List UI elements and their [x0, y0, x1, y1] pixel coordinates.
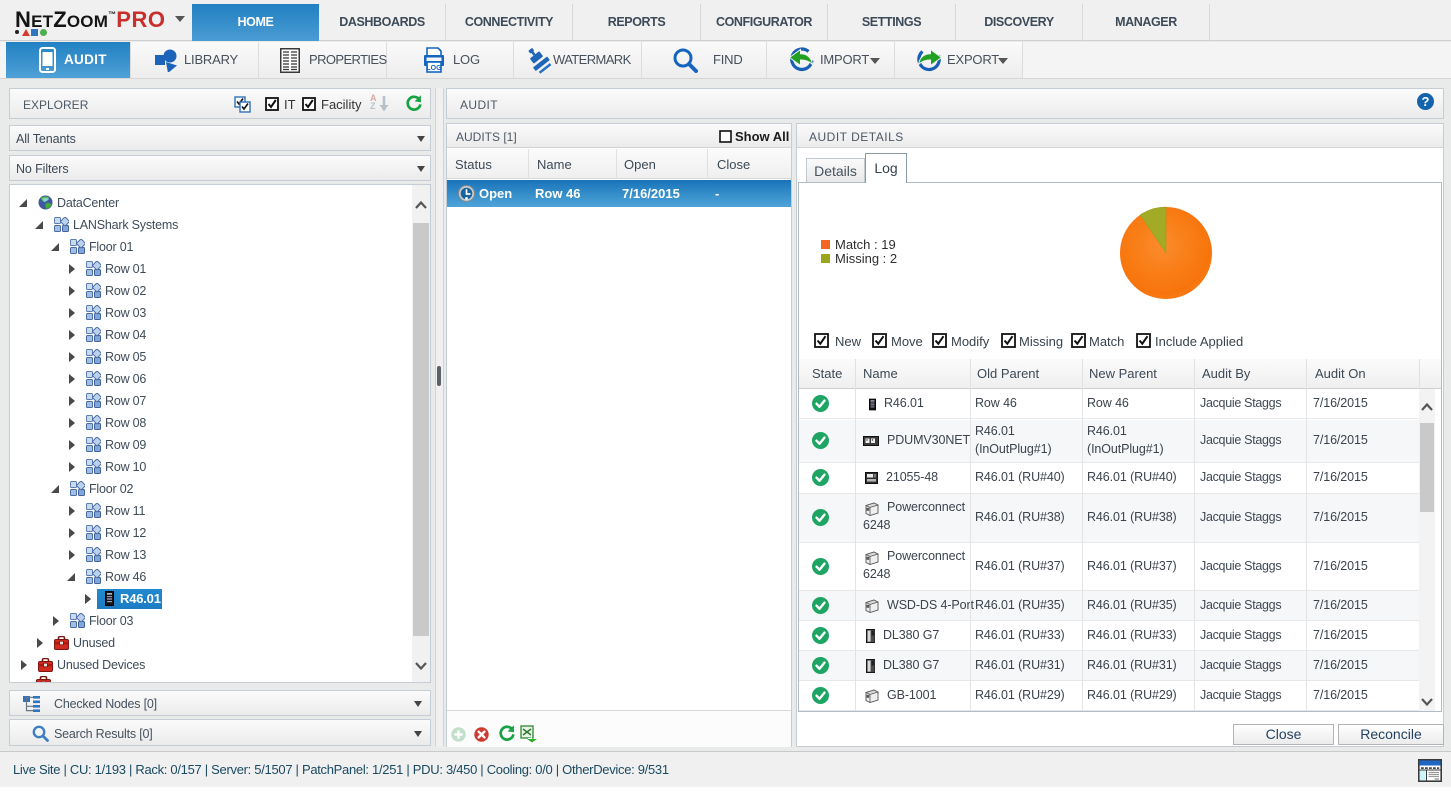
svg-text:LOG: LOG [426, 65, 442, 72]
